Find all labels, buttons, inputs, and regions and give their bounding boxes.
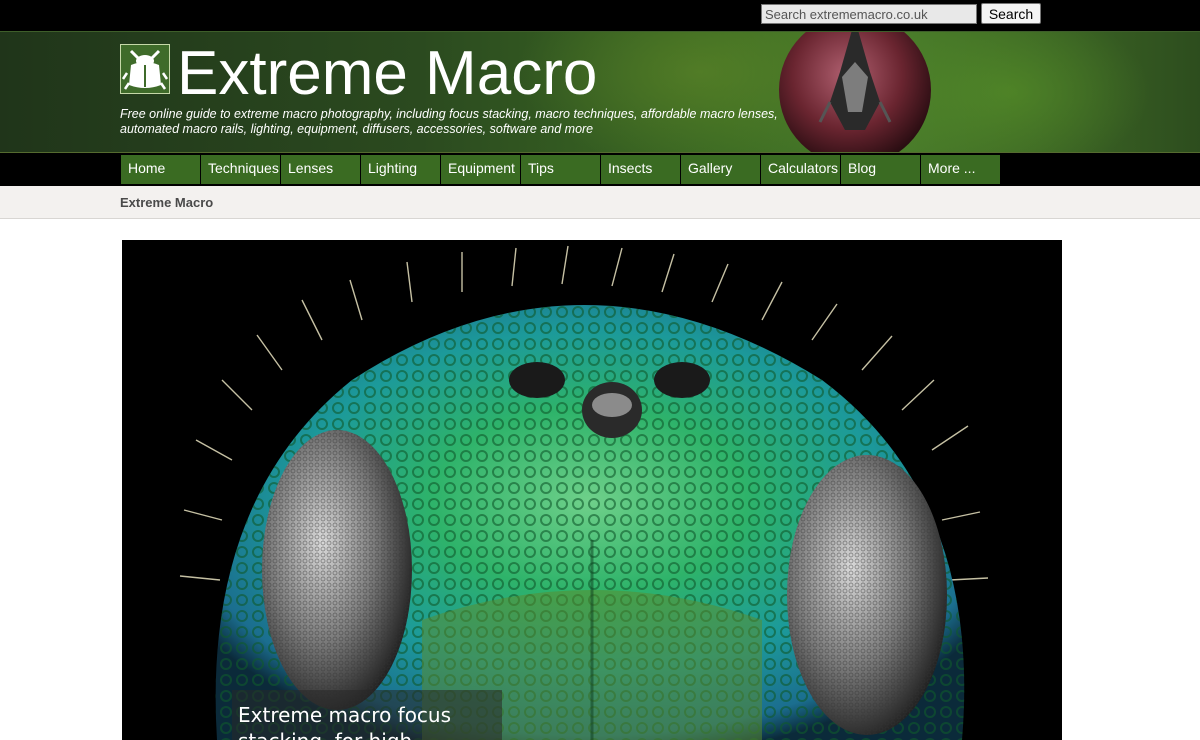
nav-item-home[interactable]: Home <box>121 155 200 184</box>
nav-item-insects[interactable]: Insects <box>601 155 680 184</box>
breadcrumb: Extreme Macro <box>0 186 1200 219</box>
search-button[interactable]: Search <box>981 3 1041 24</box>
site-title[interactable]: Extreme Macro <box>177 38 597 110</box>
site-header: Extreme Macro Free online guide to extre… <box>0 31 1200 153</box>
nav-item-calculators[interactable]: Calculators <box>761 155 840 184</box>
fly-logo-icon[interactable] <box>120 44 170 94</box>
nav-item-gallery[interactable]: Gallery <box>681 155 760 184</box>
nav-item-techniques[interactable]: Techniques <box>201 155 280 184</box>
hero-caption[interactable]: Extreme macro focus stacking, for high <box>238 702 538 740</box>
nav-item-more[interactable]: More ... <box>921 155 1000 184</box>
hero-image[interactable]: Extreme macro focus stacking, for high <box>122 240 1062 740</box>
wasp-head-illustration <box>179 245 989 740</box>
nav-item-tips[interactable]: Tips <box>521 155 600 184</box>
fly-head-image <box>779 32 931 152</box>
site-tagline: Free online guide to extreme macro photo… <box>120 107 778 136</box>
nav-item-equipment[interactable]: Equipment <box>441 155 520 184</box>
breadcrumb-current: Extreme Macro <box>120 195 214 210</box>
search-input[interactable] <box>761 4 977 24</box>
nav-item-blog[interactable]: Blog <box>841 155 920 184</box>
main-nav: Home Techniques Lenses Lighting Equipmen… <box>0 153 1200 186</box>
nav-item-lighting[interactable]: Lighting <box>361 155 440 184</box>
nav-item-lenses[interactable]: Lenses <box>281 155 360 184</box>
top-bar: Search <box>0 0 1200 31</box>
